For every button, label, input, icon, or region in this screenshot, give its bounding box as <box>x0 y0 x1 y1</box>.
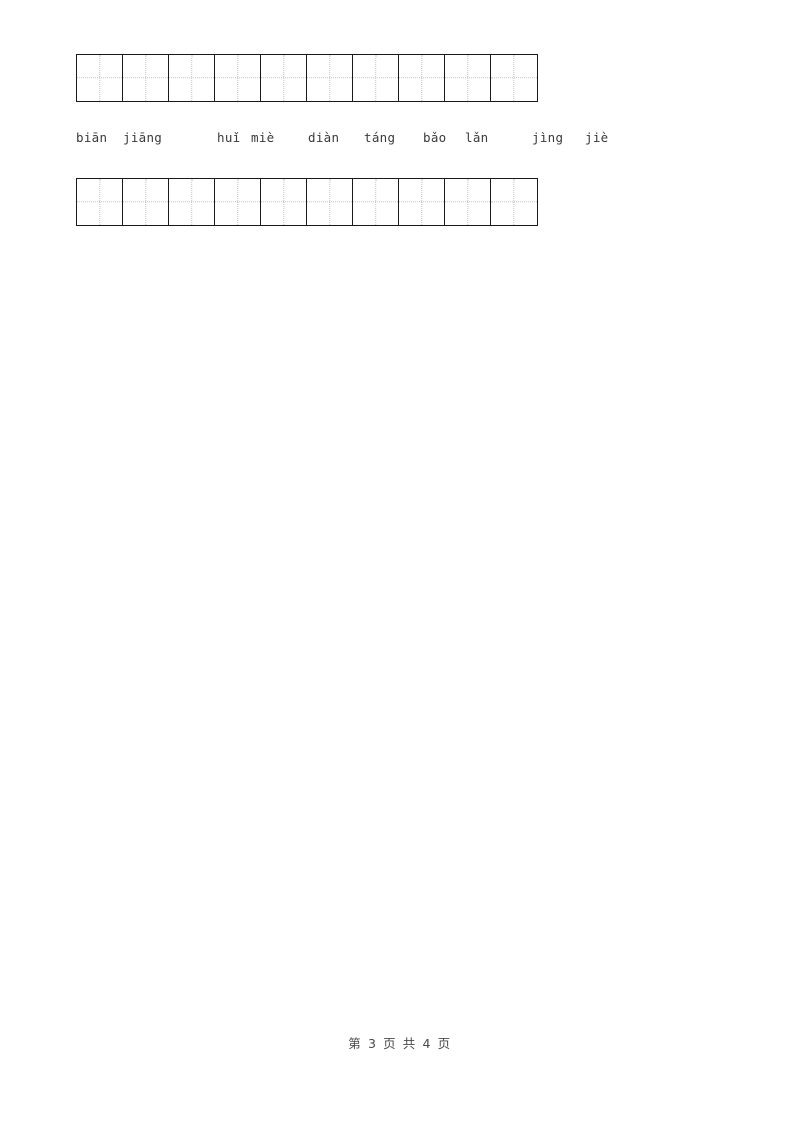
pinyin-word: diàn <box>308 130 340 145</box>
pinyin-word: miè <box>251 130 275 145</box>
footer-middle-label: 页 共 <box>383 1036 417 1051</box>
grid-cell[interactable] <box>215 55 261 101</box>
grid-cell[interactable] <box>491 55 537 101</box>
pinyin-word: jiāng <box>123 130 163 145</box>
worksheet-page: biān jiāng huǐ miè diàn táng bǎo lǎn jìng jiè 第 3… <box>0 0 800 1132</box>
pinyin-word: táng <box>364 130 396 145</box>
pinyin-word: lǎn <box>465 130 489 145</box>
grid-cell[interactable] <box>261 179 307 225</box>
grid-cell[interactable] <box>445 179 491 225</box>
grid-cell[interactable] <box>353 179 399 225</box>
grid-cell[interactable] <box>399 179 445 225</box>
pinyin-word: huǐ <box>217 130 241 145</box>
footer-prefix-label: 第 <box>348 1036 363 1051</box>
grid-cell[interactable] <box>215 179 261 225</box>
grid-cell[interactable] <box>445 55 491 101</box>
grid-cell[interactable] <box>353 55 399 101</box>
grid-cell[interactable] <box>261 55 307 101</box>
grid-cell[interactable] <box>77 179 123 225</box>
grid-cell[interactable] <box>491 179 537 225</box>
grid-cell[interactable] <box>123 179 169 225</box>
pinyin-word: jiè <box>585 130 609 145</box>
grid-cell[interactable] <box>77 55 123 101</box>
grid-cell[interactable] <box>169 179 215 225</box>
pinyin-prompt-line: biān jiāng huǐ miè diàn táng bǎo lǎn jìng jiè <box>76 130 636 150</box>
page-footer: 第 3 页 共 4 页 <box>0 1033 800 1052</box>
pinyin-word: jìng <box>532 130 564 145</box>
footer-suffix-label: 页 <box>437 1036 452 1051</box>
grid-cell[interactable] <box>399 55 445 101</box>
grid-cell[interactable] <box>169 55 215 101</box>
pinyin-word: bǎo <box>423 130 447 145</box>
footer-current-page: 3 <box>367 1036 378 1051</box>
answer-grid-top[interactable] <box>76 54 538 102</box>
pinyin-word: biān <box>76 130 108 145</box>
grid-cell[interactable] <box>123 55 169 101</box>
grid-cell[interactable] <box>307 55 353 101</box>
grid-cell[interactable] <box>307 179 353 225</box>
answer-grid-bottom[interactable] <box>76 178 538 226</box>
footer-total-pages: 4 <box>422 1036 433 1051</box>
